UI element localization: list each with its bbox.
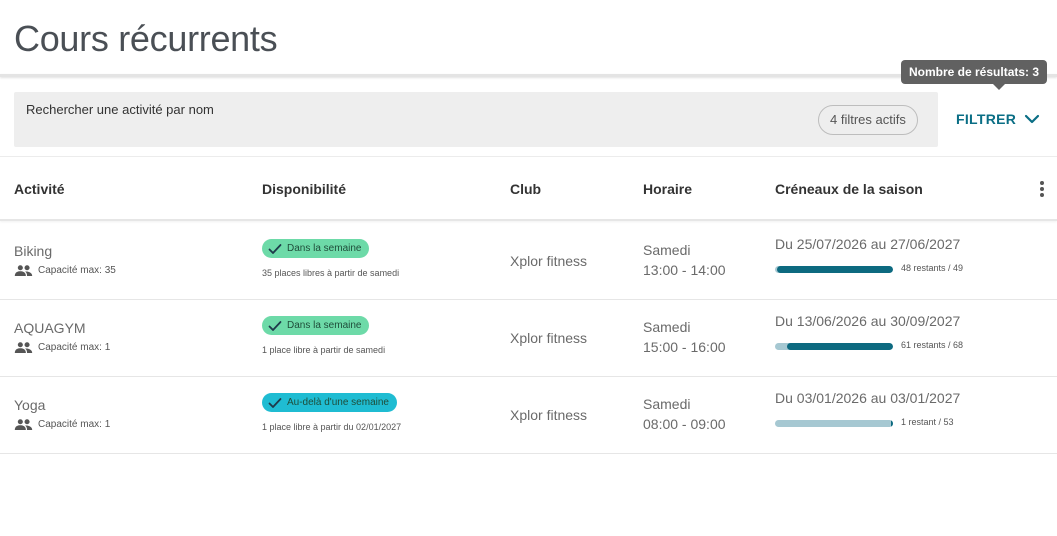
schedule-day: Samedi xyxy=(643,242,691,258)
schedule-time: 15:00 - 16:00 xyxy=(643,339,726,355)
check-icon xyxy=(268,320,282,331)
availability-badge: Dans la semaine xyxy=(262,239,370,258)
capacity-label: Capacité max: 1 xyxy=(38,342,111,353)
results-count-tooltip: Nombre de résultats: 3 xyxy=(901,60,1048,90)
availability-badge-label: Au-delà d'une semaine xyxy=(287,397,389,408)
column-header-season-slots[interactable]: Créneaux de la saison xyxy=(775,181,923,197)
season-range: Du 13/06/2026 au 30/09/2027 xyxy=(775,313,961,329)
column-header-availability[interactable]: Disponibilité xyxy=(262,181,346,197)
club-name: Xplor fitness xyxy=(510,330,588,346)
availability-badge: Au-delà d'une semaine xyxy=(262,393,397,412)
page-title: Cours récurrents xyxy=(14,18,278,59)
search-placeholder: Rechercher une activité par nom xyxy=(26,102,214,117)
availability-note: 35 places libres à partir de samedi xyxy=(262,268,400,278)
remaining-slots-progress xyxy=(775,266,893,273)
availability-badge-label: Dans la semaine xyxy=(287,320,362,331)
club-name: Xplor fitness xyxy=(510,407,588,423)
header-divider xyxy=(0,74,1057,77)
schedule-time: 13:00 - 14:00 xyxy=(643,262,726,278)
more-vert-icon[interactable] xyxy=(1034,179,1050,199)
club-name: Xplor fitness xyxy=(510,253,588,269)
active-filters-chip[interactable]: 4 filtres actifs xyxy=(818,105,918,135)
column-header-club[interactable]: Club xyxy=(510,181,541,197)
filter-button-label: FILTRER xyxy=(956,111,1017,127)
capacity-label: Capacité max: 35 xyxy=(38,265,116,276)
activity-name: Yoga xyxy=(14,397,46,413)
table-row[interactable]: Biking Capacité max: 35 Dans la semaine … xyxy=(0,223,1057,300)
activity-name: Biking xyxy=(14,243,53,259)
season-range: Du 03/01/2026 au 03/01/2027 xyxy=(775,390,961,406)
table-row[interactable]: AQUAGYM Capacité max: 1 Dans la semaine … xyxy=(0,300,1057,377)
schedule-day: Samedi xyxy=(643,396,691,412)
column-header-activity[interactable]: Activité xyxy=(14,181,65,197)
column-header-schedule[interactable]: Horaire xyxy=(643,181,692,197)
capacity-label: Capacité max: 1 xyxy=(38,419,111,430)
check-icon xyxy=(268,397,282,408)
remaining-slots-label: 61 restants / 68 xyxy=(901,340,964,350)
table-row[interactable]: Yoga Capacité max: 1 Au-delà d'une semai… xyxy=(0,377,1057,454)
table-header: Activité Disponibilité Club Horaire Crén… xyxy=(0,157,1057,221)
remaining-slots-progress xyxy=(775,343,893,350)
remaining-slots-progress-fill xyxy=(777,266,893,273)
capacity: Capacité max: 1 xyxy=(14,341,110,354)
remaining-slots-progress xyxy=(775,420,893,427)
availability-note: 1 place libre à partir du 02/01/2027 xyxy=(262,422,402,432)
chevron-down-icon xyxy=(1025,114,1040,124)
availability-badge: Dans la semaine xyxy=(262,316,370,335)
group-icon xyxy=(14,342,33,354)
schedule-day: Samedi xyxy=(643,319,691,335)
capacity: Capacité max: 1 xyxy=(14,418,110,431)
filter-button[interactable]: FILTRER xyxy=(956,108,1040,130)
season-range: Du 25/07/2026 au 27/06/2027 xyxy=(775,236,961,252)
remaining-slots-label: 48 restants / 49 xyxy=(901,263,964,273)
availability-badge-label: Dans la semaine xyxy=(287,243,362,254)
group-icon xyxy=(14,419,33,431)
remaining-slots-progress-fill xyxy=(787,343,893,350)
search-input[interactable]: Rechercher une activité par nom 4 filtre… xyxy=(14,92,938,147)
group-icon xyxy=(14,265,33,277)
availability-note: 1 place libre à partir de samedi xyxy=(262,345,386,355)
remaining-slots-progress-fill xyxy=(890,420,893,427)
schedule-time: 08:00 - 09:00 xyxy=(643,416,726,432)
capacity: Capacité max: 35 xyxy=(14,264,116,277)
remaining-slots-label: 1 restant / 53 xyxy=(901,417,954,427)
activity-name: AQUAGYM xyxy=(14,320,86,336)
check-icon xyxy=(268,243,282,254)
